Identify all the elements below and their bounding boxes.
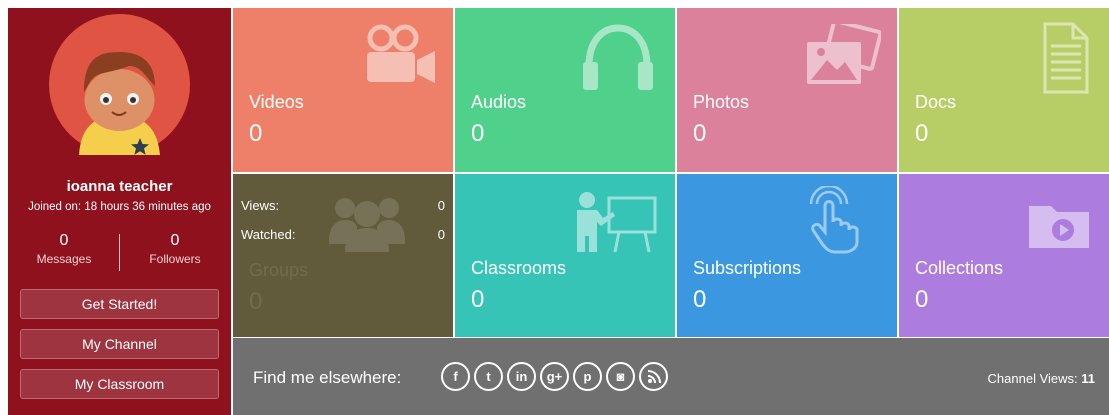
user-name: ioanna teacher xyxy=(66,178,173,195)
avatar[interactable] xyxy=(49,14,190,155)
my-classroom-button[interactable]: My Classroom xyxy=(20,369,219,399)
rss-icon[interactable] xyxy=(639,362,668,391)
groups-count: 0 xyxy=(249,288,263,315)
video-camera-icon xyxy=(367,24,435,83)
followers-count: 0 xyxy=(170,232,180,249)
videos-count: 0 xyxy=(249,120,263,147)
views-value: 0 xyxy=(437,198,445,213)
views-label: Views: xyxy=(241,198,280,213)
docs-label: Docs xyxy=(915,92,957,112)
views-stat: Views: 0 xyxy=(241,198,445,213)
channel-views: Channel Views: 11 xyxy=(988,371,1095,386)
twitter-icon[interactable]: t xyxy=(474,362,503,391)
joined-time: Joined on: 18 hours 36 minutes ago xyxy=(28,201,211,213)
subscriptions-label: Subscriptions xyxy=(693,258,802,278)
channel-views-label: Channel Views: xyxy=(987,371,1078,386)
videos-label: Videos xyxy=(249,92,304,112)
photos-label: Photos xyxy=(693,92,750,112)
headphones-icon xyxy=(583,24,653,90)
tile-groups[interactable]: Views: 0 Watched: 0 Groups 0 xyxy=(233,174,453,337)
audios-count: 0 xyxy=(471,120,485,147)
facebook-icon[interactable]: f xyxy=(441,362,470,391)
tile-videos[interactable]: Videos 0 xyxy=(233,8,453,172)
tap-hand-icon xyxy=(809,186,859,254)
audios-label: Audios xyxy=(471,92,527,112)
tile-photos[interactable]: Photos 0 xyxy=(677,8,897,172)
groups-label: Groups xyxy=(249,260,309,280)
channel-views-value: 11 xyxy=(1081,371,1095,386)
footer-bar: Find me elsewhere: f t in g+ p ◙ Channel… xyxy=(233,338,1109,415)
teacher-board-icon xyxy=(577,192,657,253)
tile-subscriptions[interactable]: Subscriptions 0 xyxy=(677,174,897,337)
classrooms-label: Classrooms xyxy=(471,258,567,278)
stat-divider xyxy=(119,234,120,271)
photos-count: 0 xyxy=(693,120,707,147)
watched-label: Watched: xyxy=(241,227,296,242)
collections-count: 0 xyxy=(915,286,929,313)
photos-icon xyxy=(807,24,881,84)
social-links: f t in g+ p ◙ xyxy=(441,362,668,391)
profile-panel: ioanna teacher Joined on: 18 hours 36 mi… xyxy=(8,8,231,415)
my-channel-button[interactable]: My Channel xyxy=(20,329,219,359)
messages-stat[interactable]: 0 Messages xyxy=(14,232,114,266)
subscriptions-count: 0 xyxy=(693,286,707,313)
tile-docs[interactable]: Docs 0 xyxy=(899,8,1109,172)
tile-audios[interactable]: Audios 0 xyxy=(455,8,675,172)
document-icon xyxy=(1043,22,1089,94)
linkedin-icon[interactable]: in xyxy=(507,362,536,391)
google-plus-icon[interactable]: g+ xyxy=(540,362,569,391)
watched-stat: Watched: 0 xyxy=(241,227,445,242)
tile-collections[interactable]: Collections 0 xyxy=(899,174,1109,337)
followers-stat[interactable]: 0 Followers xyxy=(125,232,225,266)
messages-count: 0 xyxy=(59,232,69,249)
watched-value: 0 xyxy=(437,227,445,242)
instagram-icon[interactable]: ◙ xyxy=(606,362,635,391)
pinterest-icon[interactable]: p xyxy=(573,362,602,391)
docs-count: 0 xyxy=(915,120,929,147)
classrooms-count: 0 xyxy=(471,286,485,313)
rss-glyph xyxy=(647,369,661,383)
folder-play-icon xyxy=(1029,206,1089,248)
tile-classrooms[interactable]: Classrooms 0 xyxy=(455,174,675,337)
followers-label: Followers xyxy=(149,252,201,266)
find-me-elsewhere-label: Find me elsewhere: xyxy=(253,368,402,387)
messages-label: Messages xyxy=(36,252,92,266)
get-started-button[interactable]: Get Started! xyxy=(20,289,219,319)
collections-label: Collections xyxy=(915,258,1004,278)
